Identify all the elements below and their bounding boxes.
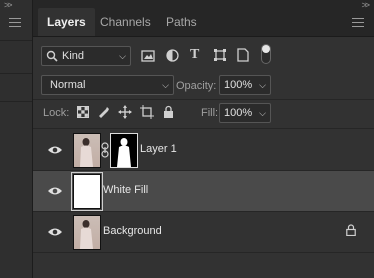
visibility-eye-icon[interactable] — [43, 140, 67, 160]
blend-mode-select[interactable]: Normal ⌵ — [41, 75, 174, 95]
visibility-eye-icon[interactable] — [43, 181, 67, 201]
lock-label: Lock: — [43, 107, 70, 119]
layer-name[interactable]: White Fill — [103, 184, 148, 196]
adjustment-filter-icon[interactable] — [166, 49, 179, 62]
mask-link-chain-icon[interactable] — [101, 142, 109, 158]
layer-lock-icon[interactable] — [346, 224, 356, 236]
smart-object-filter-icon[interactable] — [236, 48, 250, 62]
chevron-down-icon: ⌵ — [119, 51, 126, 61]
shape-filter-icon[interactable] — [213, 48, 227, 62]
tab-channels[interactable]: Channels — [91, 8, 160, 36]
chevron-down-icon: ⌵ — [259, 108, 266, 118]
panel-tab-bar: Layers Channels Paths >> — [33, 0, 374, 37]
blend-mode-value: Normal — [50, 79, 86, 91]
search-icon — [46, 50, 58, 62]
tab-layers[interactable]: Layers — [38, 8, 95, 36]
fill-label: Fill: — [201, 107, 219, 119]
lock-all-icon[interactable] — [163, 105, 174, 118]
fill-value: 100% — [224, 107, 253, 119]
panel-menu-icon[interactable] — [352, 18, 364, 27]
fill-field[interactable]: 100% ⌵ — [219, 103, 271, 123]
filter-kind-select[interactable]: Kind ⌵ — [41, 46, 131, 66]
chevron-down-icon: ⌵ — [162, 80, 169, 90]
layer-row-background[interactable]: Background — [33, 212, 374, 252]
layer-1-thumbnail — [73, 133, 101, 168]
left-panel-strip: >> — [0, 0, 33, 278]
tab-paths[interactable]: Paths — [157, 8, 206, 36]
left-panel-menu-icon[interactable] — [9, 18, 21, 27]
left-collapse-icon[interactable]: >> — [4, 0, 12, 10]
opacity-field[interactable]: 100% ⌵ — [219, 75, 271, 95]
visibility-eye-icon[interactable] — [43, 222, 67, 242]
background-thumbnail — [73, 215, 101, 250]
filter-toggle-icon[interactable] — [261, 44, 271, 64]
opacity-value: 100% — [224, 79, 253, 91]
lock-image-pixels-icon[interactable] — [97, 106, 109, 118]
chevron-down-icon: ⌵ — [259, 80, 266, 90]
white-fill-thumbnail — [71, 172, 103, 211]
layer-name[interactable]: Background — [103, 225, 162, 237]
lock-position-icon[interactable] — [118, 105, 132, 119]
lock-transparent-pixels-icon[interactable] — [77, 106, 89, 118]
layer-mask-thumbnail[interactable] — [110, 133, 138, 168]
image-filter-icon[interactable] — [141, 50, 155, 62]
layers-panel: Layers Channels Paths >> Kind ⌵ T Normal… — [33, 0, 374, 278]
type-filter-icon[interactable]: T — [190, 47, 199, 63]
right-collapse-icon[interactable]: >> — [361, 0, 369, 10]
lock-artboard-icon[interactable] — [140, 105, 154, 119]
layer-row-layer-1[interactable]: Layer 1 — [33, 130, 374, 170]
layer-row-white-fill[interactable]: White Fill — [33, 171, 374, 211]
layer-name[interactable]: Layer 1 — [140, 143, 177, 155]
filter-kind-value: Kind — [62, 50, 85, 62]
opacity-label: Opacity: — [176, 80, 217, 92]
